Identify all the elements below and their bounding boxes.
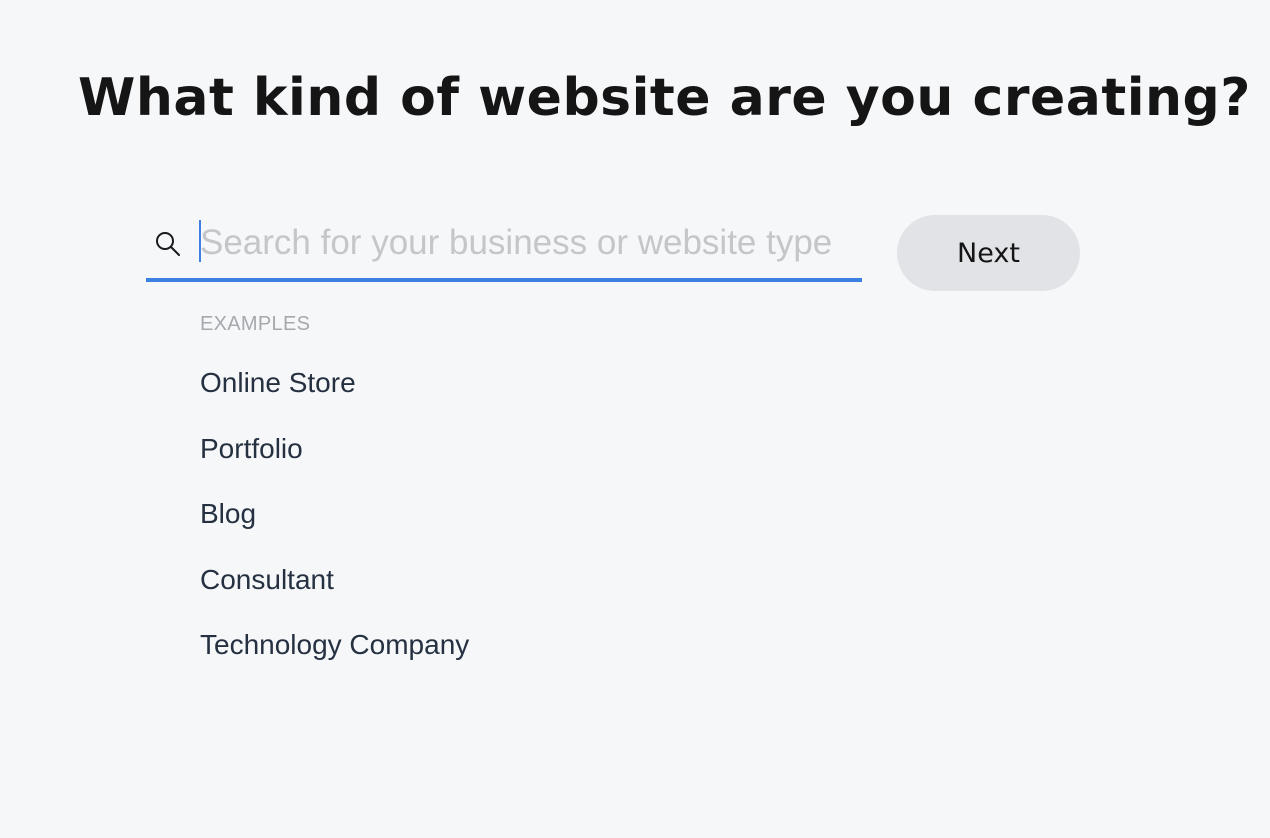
search-input[interactable] [200,218,860,268]
next-button[interactable]: Next [897,215,1080,291]
example-item-technology-company[interactable]: Technology Company [200,629,469,695]
search-field[interactable] [146,214,862,282]
page-title: What kind of website are you creating? [78,68,1251,128]
examples-heading: EXAMPLES [200,313,311,335]
text-cursor [199,220,201,262]
example-item-consultant[interactable]: Consultant [200,564,469,630]
example-item-online-store[interactable]: Online Store [200,367,469,433]
search-icon [154,230,182,258]
example-item-blog[interactable]: Blog [200,498,469,564]
example-item-portfolio[interactable]: Portfolio [200,433,469,499]
examples-list: Online Store Portfolio Blog Consultant T… [200,367,469,695]
